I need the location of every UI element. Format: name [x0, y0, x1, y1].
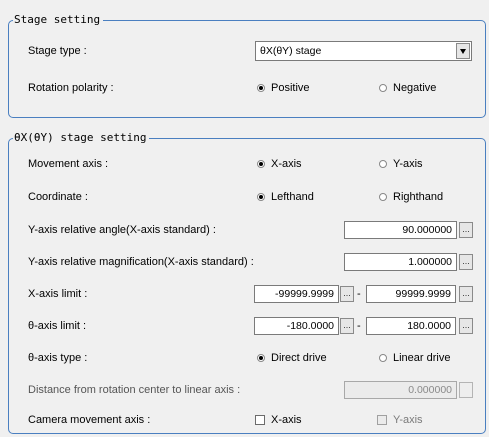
y-rel-angle-label: Y-axis relative angle(X-axis standard) : — [28, 224, 216, 236]
y-rel-angle-browse-button[interactable]: ... — [459, 222, 473, 238]
radio-selected-icon[interactable] — [257, 193, 265, 201]
checkbox-disabled-icon — [377, 415, 387, 425]
x-limit-label: X-axis limit : — [28, 288, 88, 300]
camera-axis-x-label: X-axis — [271, 414, 302, 426]
camera-axis-y-label: Y-axis — [393, 414, 423, 426]
polarity-positive-radio[interactable]: Positive — [257, 81, 310, 95]
distance-browse-button — [459, 382, 473, 398]
theta-limit-max-browse-button[interactable]: ... — [459, 318, 473, 334]
chevron-down-icon[interactable] — [456, 43, 470, 59]
radio-selected-icon[interactable] — [257, 160, 265, 168]
camera-axis-x-checkbox[interactable]: X-axis — [255, 413, 302, 427]
x-limit-min-field[interactable]: -99999.9999 — [254, 285, 339, 303]
x-limit-max-browse-button[interactable]: ... — [459, 286, 473, 302]
movement-axis-x-radio[interactable]: X-axis — [257, 157, 302, 171]
rotation-polarity-label: Rotation polarity : — [28, 82, 114, 94]
y-rel-mag-field[interactable]: 1.000000 — [344, 253, 457, 271]
coordinate-righthand-radio[interactable]: Righthand — [379, 190, 443, 204]
theta-type-linear-label: Linear drive — [393, 352, 451, 364]
theta-limit-max-field[interactable]: 180.0000 — [366, 317, 456, 335]
coordinate-lefthand-label: Lefthand — [271, 191, 314, 203]
y-rel-mag-browse-button[interactable]: ... — [459, 254, 473, 270]
theta-limit-min-field[interactable]: -180.0000 — [254, 317, 339, 335]
theta-type-label: θ-axis type : — [28, 352, 88, 364]
theta-limit-label: θ-axis limit : — [28, 320, 87, 332]
radio-unselected-icon[interactable] — [379, 160, 387, 168]
coordinate-righthand-label: Righthand — [393, 191, 444, 203]
coordinate-label: Coordinate : — [28, 191, 88, 203]
polarity-negative-radio[interactable]: Negative — [379, 81, 436, 95]
movement-axis-x-label: X-axis — [271, 158, 302, 170]
camera-axis-label: Camera movement axis : — [28, 414, 151, 426]
stage-type-value: θX(θY) stage — [260, 45, 322, 57]
checkbox-unchecked-icon[interactable] — [255, 415, 265, 425]
radio-selected-icon[interactable] — [257, 84, 265, 92]
x-limit-separator: - — [357, 288, 361, 300]
theta-limit-min-browse-button[interactable]: ... — [340, 318, 354, 334]
stage-setting-group: Stage setting Stage type : θX(θY) stage … — [8, 13, 486, 118]
x-limit-min-browse-button[interactable]: ... — [340, 286, 354, 302]
theta-stage-setting-title: θX(θY) stage setting — [13, 131, 150, 145]
stage-setting-title: Stage setting — [13, 13, 104, 27]
movement-axis-y-radio[interactable]: Y-axis — [379, 157, 423, 171]
radio-unselected-icon[interactable] — [379, 84, 387, 92]
distance-label: Distance from rotation center to linear … — [28, 384, 241, 396]
theta-type-direct-label: Direct drive — [271, 352, 327, 364]
radio-unselected-icon[interactable] — [379, 354, 387, 362]
radio-selected-icon[interactable] — [257, 354, 265, 362]
polarity-positive-label: Positive — [271, 82, 310, 94]
y-rel-mag-label: Y-axis relative magnification(X-axis sta… — [28, 256, 254, 268]
theta-stage-setting-group: θX(θY) stage setting Movement axis : X-a… — [8, 131, 486, 434]
stage-type-label: Stage type : — [28, 45, 87, 57]
radio-unselected-icon[interactable] — [379, 193, 387, 201]
y-rel-angle-field[interactable]: 90.000000 — [344, 221, 457, 239]
theta-type-direct-radio[interactable]: Direct drive — [257, 351, 327, 365]
polarity-negative-label: Negative — [393, 82, 437, 94]
movement-axis-y-label: Y-axis — [393, 158, 423, 170]
camera-axis-y-checkbox: Y-axis — [377, 413, 423, 427]
theta-type-linear-radio[interactable]: Linear drive — [379, 351, 450, 365]
coordinate-lefthand-radio[interactable]: Lefthand — [257, 190, 314, 204]
stage-type-select[interactable]: θX(θY) stage — [255, 41, 472, 61]
movement-axis-label: Movement axis : — [28, 158, 109, 170]
distance-field: 0.000000 — [344, 381, 457, 399]
theta-limit-separator: - — [357, 320, 361, 332]
x-limit-max-field[interactable]: 99999.9999 — [366, 285, 456, 303]
